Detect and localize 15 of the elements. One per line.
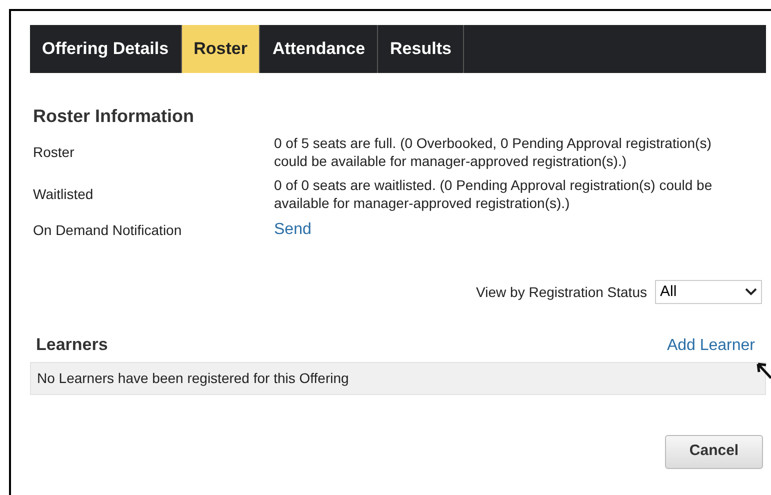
add-learner-link[interactable]: Add Learner [666,334,755,358]
send-link[interactable]: Send [274,218,312,242]
learners-title: Learners [36,334,108,356]
field-label: On Demand Notification [33,220,183,240]
field-value: 0 of 0 seats are waitlisted. (0 Pending Approval registration(s) could be available for manager-approved registration(s).) [274,176,714,212]
filter-label: View by Registration Status [476,282,647,302]
cancel-button[interactable]: Cancel [665,434,763,468]
tab[interactable]: Roster [182,25,260,73]
empty-message: No Learners have been registered for this Offering [30,362,766,394]
field-label: Roster [33,142,76,162]
status-select[interactable]: All [655,280,762,304]
chevron-icon [745,288,757,296]
section-title: Roster Information [33,105,196,128]
field-label: Waitlisted [33,184,94,204]
field-value: 0 of 5 seats are full. (0 Overbooked, 0 Pending Approval registration(s) could be available for manager-approved registration(s).) [274,134,712,170]
